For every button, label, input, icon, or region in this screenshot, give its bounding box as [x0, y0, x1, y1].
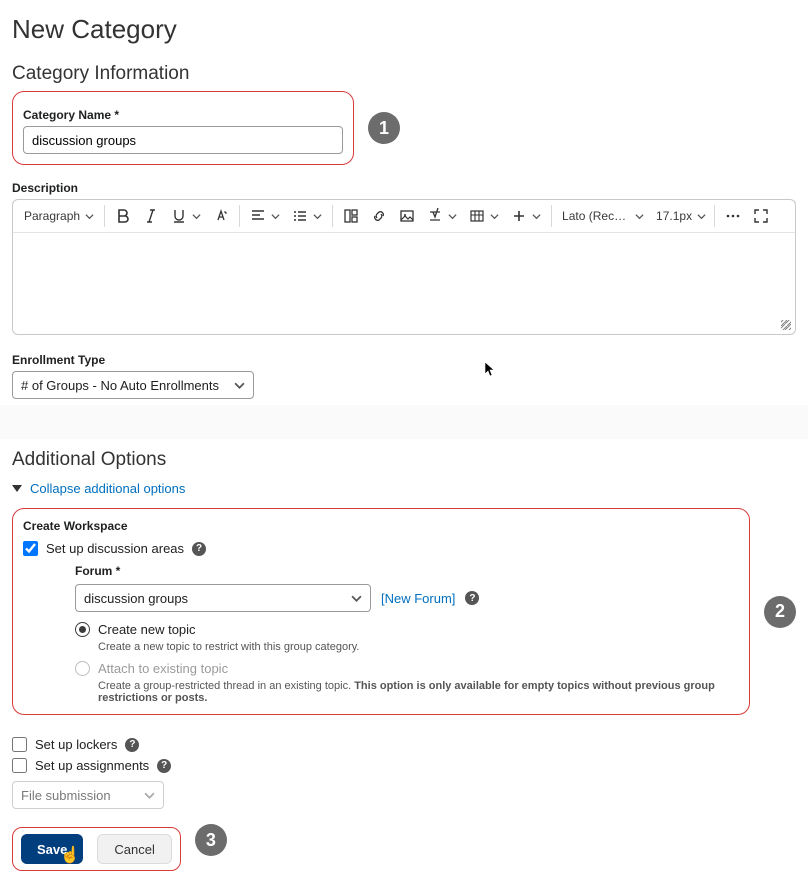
annotation-callout-3: 3 — [195, 824, 227, 856]
help-icon[interactable]: ? — [157, 759, 171, 773]
font-size-dropdown[interactable]: 17.1px — [651, 204, 709, 228]
image-button[interactable] — [394, 204, 420, 228]
file-submission-value: File submission — [21, 788, 111, 803]
insert-dropdown[interactable] — [506, 204, 546, 228]
help-icon[interactable]: ? — [192, 542, 206, 556]
setup-discussion-checkbox[interactable] — [23, 541, 38, 556]
file-submission-select: File submission — [12, 781, 164, 809]
category-name-highlight-box: Category Name * — [12, 91, 354, 165]
create-new-topic-radio[interactable] — [75, 622, 90, 637]
setup-lockers-checkbox[interactable] — [12, 737, 27, 752]
enrollment-type-label: Enrollment Type — [12, 353, 796, 367]
chevron-down-icon — [85, 212, 94, 221]
chevron-down-icon — [234, 380, 245, 391]
attach-existing-topic-radio — [75, 661, 90, 676]
additional-options-heading: Additional Options — [12, 449, 796, 471]
equation-dropdown[interactable] — [422, 204, 462, 228]
more-actions-button[interactable] — [720, 204, 746, 228]
category-name-input[interactable] — [23, 126, 343, 154]
description-editor-area[interactable] — [12, 233, 796, 335]
forum-select-value: discussion groups — [84, 591, 188, 606]
chevron-down-icon — [313, 212, 322, 221]
annotation-callout-2: 2 — [764, 596, 796, 628]
help-icon[interactable]: ? — [125, 738, 139, 752]
page-title: New Category — [12, 14, 796, 45]
chevron-down-icon — [490, 212, 499, 221]
help-icon[interactable]: ? — [465, 591, 479, 605]
chevron-down-icon — [635, 212, 644, 221]
forum-label: Forum * — [75, 564, 739, 578]
setup-discussion-label: Set up discussion areas — [46, 541, 184, 556]
enrollment-type-value: # of Groups - No Auto Enrollments — [21, 378, 219, 393]
enrollment-type-select[interactable]: # of Groups - No Auto Enrollments — [12, 371, 254, 399]
fullscreen-button[interactable] — [748, 204, 774, 228]
forum-select[interactable]: discussion groups — [75, 584, 371, 612]
chevron-down-icon — [144, 790, 155, 801]
setup-assignments-checkbox[interactable] — [12, 758, 27, 773]
link-button[interactable] — [366, 204, 392, 228]
chevron-down-icon — [271, 212, 280, 221]
bold-button[interactable] — [110, 204, 136, 228]
attach-existing-topic-label: Attach to existing topic — [98, 661, 228, 676]
paragraph-style-dropdown[interactable]: Paragraph — [19, 204, 99, 228]
chevron-down-icon — [351, 593, 362, 604]
table-dropdown[interactable] — [464, 204, 504, 228]
collapse-link-text: Collapse additional options — [30, 481, 185, 496]
cancel-button[interactable]: Cancel — [97, 834, 171, 864]
insert-quicklink-button[interactable] — [338, 204, 364, 228]
triangle-down-icon — [12, 485, 22, 492]
create-new-topic-label: Create new topic — [98, 622, 196, 637]
description-label: Description — [12, 181, 796, 195]
new-forum-link[interactable]: [New Forum] — [381, 591, 455, 606]
create-workspace-label: Create Workspace — [23, 519, 739, 533]
font-family-dropdown[interactable]: Lato (Recom… — [557, 204, 649, 228]
underline-dropdown[interactable] — [166, 204, 206, 228]
chevron-down-icon — [532, 212, 541, 221]
setup-lockers-label: Set up lockers — [35, 737, 117, 752]
rich-text-toolbar: Paragraph Lato (Recom… 17.1px — [12, 199, 796, 233]
chevron-down-icon — [697, 212, 706, 221]
annotation-callout-1: 1 — [368, 112, 400, 144]
category-name-label: Category Name * — [23, 108, 343, 122]
create-workspace-highlight-box: Create Workspace Set up discussion areas… — [12, 508, 750, 715]
chevron-down-icon — [448, 212, 457, 221]
collapse-additional-toggle[interactable]: Collapse additional options — [12, 481, 796, 496]
chevron-down-icon — [192, 212, 201, 221]
create-new-topic-desc: Create a new topic to restrict with this… — [98, 641, 739, 653]
align-dropdown[interactable] — [245, 204, 285, 228]
italic-button[interactable] — [138, 204, 164, 228]
attach-existing-topic-desc: Create a group-restricted thread in an e… — [98, 680, 739, 704]
list-dropdown[interactable] — [287, 204, 327, 228]
content-gap — [0, 405, 808, 439]
text-color-button[interactable] — [208, 204, 234, 228]
save-button[interactable]: Save — [21, 834, 83, 864]
actions-highlight-box: Save Cancel — [12, 827, 181, 871]
setup-assignments-label: Set up assignments — [35, 758, 149, 773]
category-info-heading: Category Information — [12, 63, 796, 85]
